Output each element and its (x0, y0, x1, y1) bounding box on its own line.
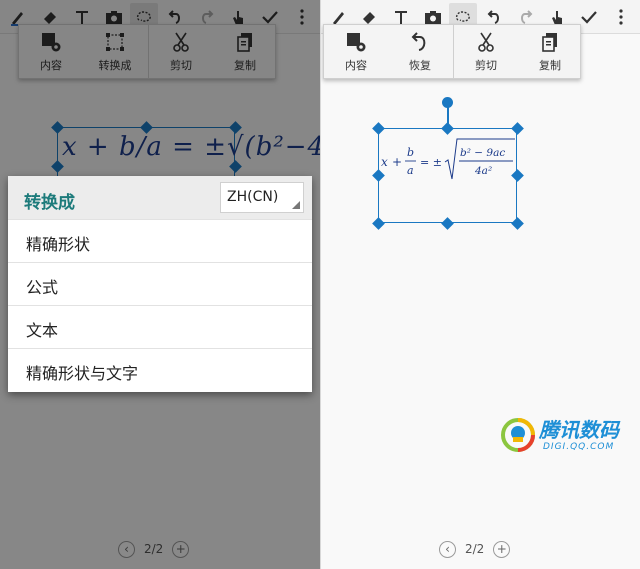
formula-sqrt-num: b² − 9ac (460, 147, 505, 159)
watermark-name: 腾讯数码 (539, 418, 619, 442)
option-formula[interactable]: 公式 (8, 262, 312, 305)
cut-button[interactable]: 剪切 (454, 25, 518, 78)
dropdown-arrow-icon (292, 201, 300, 209)
convert-to-menu: 转换成 ZH(CN) 精确形状 公式 文本 精确形状与文字 (8, 176, 312, 392)
content-icon (347, 32, 366, 51)
formula-selection[interactable]: x + b a = ± b² − 9ac 4a² (378, 128, 517, 223)
formula-sqrt-den: 4a² (474, 165, 492, 177)
language-select[interactable]: ZH(CN) (220, 182, 304, 213)
left-screen: 内容 转换成 剪切 复制 x + b/a = ±√(b²−4ac) ‹ 2/2 … (0, 0, 320, 569)
tencent-logo-icon (501, 418, 535, 452)
copy-icon (542, 32, 557, 52)
formula-plus: + (392, 155, 402, 169)
cut-label: 剪切 (475, 58, 497, 72)
formula-den: a (407, 164, 414, 177)
convert-menu-header: 转换成 ZH(CN) (8, 176, 312, 219)
right-screen: 内容 恢复 剪切 复制 x + b a = ± b² − 9ac 4a² 腾讯数… (321, 0, 640, 569)
formula-x: x (381, 155, 388, 169)
convert-menu-title: 转换成 (24, 193, 75, 213)
option-shape-and-text[interactable]: 精确形状与文字 (8, 348, 312, 391)
option-text[interactable]: 文本 (8, 305, 312, 348)
scissors-icon (478, 32, 494, 52)
content-button[interactable]: 内容 (324, 25, 388, 78)
more-icon[interactable] (607, 3, 635, 31)
tencent-digi-watermark: 腾讯数码 DIGI.QQ.COM (499, 414, 629, 460)
converted-formula: x + b a = ± b² − 9ac 4a² (381, 138, 515, 180)
restore-button[interactable]: 恢复 (388, 25, 452, 78)
page-navigation: ‹ 2/2 + (439, 539, 511, 559)
restore-label: 恢复 (409, 58, 431, 72)
language-value: ZH(CN) (227, 189, 279, 205)
add-page-button[interactable]: + (493, 540, 511, 558)
content-label: 内容 (345, 58, 367, 72)
formula-eq: = ± (420, 156, 442, 169)
restore-icon (411, 31, 426, 51)
watermark-url: DIGI.QQ.COM (543, 442, 615, 452)
formula-num: b (407, 146, 414, 159)
page-indicator: 2/2 (465, 542, 485, 556)
selection-action-menu: 内容 恢复 剪切 复制 (323, 24, 581, 79)
prev-page-button[interactable]: ‹ (439, 540, 456, 558)
copy-button[interactable]: 复制 (518, 25, 582, 78)
option-precise-shape[interactable]: 精确形状 (8, 219, 312, 262)
copy-label: 复制 (539, 58, 561, 72)
